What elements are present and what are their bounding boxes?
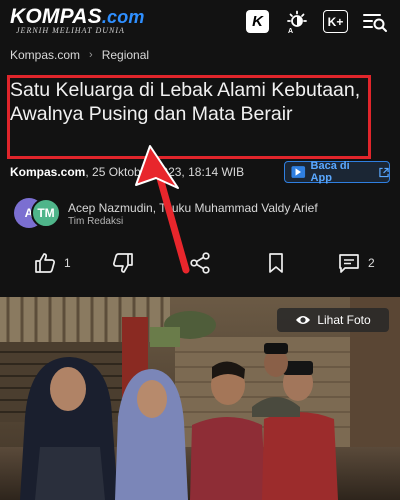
like-button[interactable]: 1 bbox=[34, 250, 71, 276]
kplus-icon[interactable]: K+ bbox=[323, 10, 348, 33]
breadcrumb: Kompas.com › Regional bbox=[10, 48, 149, 62]
app-icon bbox=[291, 166, 306, 178]
editorial-team-label: Tim Redaksi bbox=[68, 216, 124, 227]
svg-text:A: A bbox=[288, 28, 293, 34]
avatar: TM bbox=[31, 198, 61, 228]
action-bar: 1 2 bbox=[0, 250, 400, 276]
view-photo-button[interactable]: Lihat Foto bbox=[277, 308, 389, 332]
comment-count: 2 bbox=[368, 256, 375, 270]
logo-main-text: KOMPAS bbox=[10, 5, 102, 28]
chevron-right-icon: › bbox=[89, 49, 93, 61]
article-source: Kompas.com bbox=[10, 165, 86, 179]
theme-toggle-icon[interactable]: A bbox=[284, 9, 310, 35]
open-in-app-label: Baca di App bbox=[310, 160, 350, 184]
thumbs-down-icon bbox=[113, 253, 133, 273]
like-count: 1 bbox=[64, 256, 71, 270]
bookmark-icon bbox=[269, 253, 283, 273]
share-icon bbox=[190, 252, 210, 274]
logo-domain-text: .com bbox=[101, 7, 145, 27]
share-button[interactable] bbox=[189, 250, 211, 276]
author-names[interactable]: Acep Nazmudin, Teuku Muhammad Valdy Arie… bbox=[68, 201, 318, 215]
comment-icon bbox=[339, 254, 359, 273]
bookmark-button[interactable] bbox=[265, 250, 287, 276]
top-header: KOMPAS.com JERNIH MELIHAT DUNIA K A K+ bbox=[0, 0, 400, 44]
k-icon[interactable]: K bbox=[246, 10, 269, 33]
article-title: Satu Keluarga di Lebak Alami Kebutaan, A… bbox=[10, 79, 361, 125]
open-in-app-button[interactable]: Baca di App bbox=[284, 160, 390, 184]
view-photo-label: Lihat Foto bbox=[317, 313, 371, 327]
dislike-button[interactable] bbox=[112, 250, 134, 276]
comment-button[interactable]: 2 bbox=[338, 250, 375, 276]
article-meta: Kompas.com, 25 Oktober 2023, 18:14 WIB bbox=[10, 165, 244, 179]
thumbs-up-icon bbox=[35, 253, 55, 273]
article-date: , 25 Oktober 2023, 18:14 WIB bbox=[85, 165, 245, 179]
eye-icon bbox=[296, 316, 311, 324]
menu-search-icon[interactable] bbox=[362, 9, 388, 35]
external-link-icon bbox=[379, 167, 389, 177]
author-avatars[interactable]: A TM bbox=[14, 198, 62, 228]
breadcrumb-regional[interactable]: Regional bbox=[102, 48, 149, 62]
kompas-logo[interactable]: KOMPAS.com JERNIH MELIHAT DUNIA bbox=[10, 5, 145, 36]
breadcrumb-home[interactable]: Kompas.com bbox=[10, 48, 80, 62]
